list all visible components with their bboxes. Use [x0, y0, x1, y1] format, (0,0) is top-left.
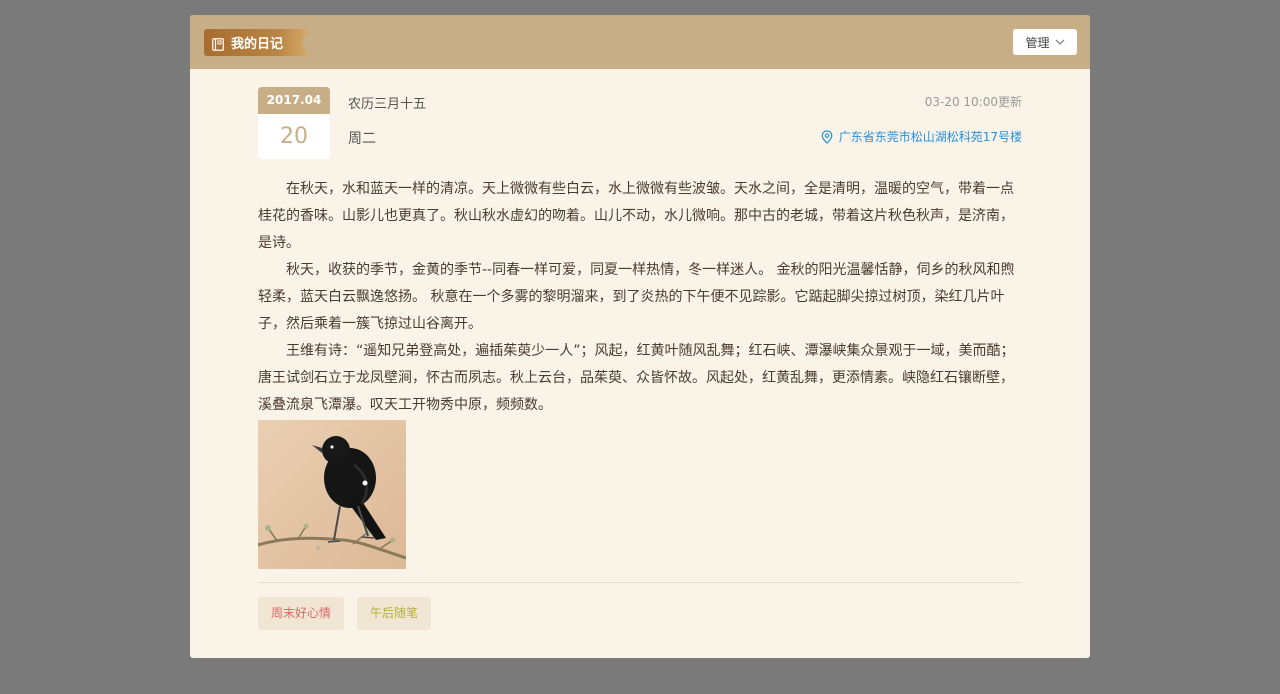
content-divider — [258, 582, 1022, 583]
tag-afternoon-essay[interactable]: 午后随笔 — [357, 597, 432, 630]
date-day: 20 — [280, 124, 308, 149]
location-link[interactable]: 广东省东莞市松山湖松科苑17号楼 — [821, 128, 1022, 145]
location-pin-icon — [821, 129, 833, 144]
lunar-date: 农历三月十五 — [348, 97, 427, 112]
date-year-month: 2017.04 — [258, 87, 330, 114]
weekday: 周二 — [348, 131, 376, 147]
diary-photo-bird[interactable] — [258, 420, 406, 569]
paragraph-3: 王维有诗：“遥知兄弟登高处，遍插茱萸少一人”；风起，红黄叶随风乱舞；红石峡、潭瀑… — [258, 343, 1015, 413]
diary-book-icon — [212, 36, 224, 51]
manage-dropdown-button[interactable]: 管理 — [1013, 29, 1077, 55]
tag-weekend-mood[interactable]: 周末好心情 — [258, 597, 345, 630]
location-text: 广东省东莞市松山湖松科苑17号楼 — [838, 130, 1022, 144]
date-badge: 2017.04 20 — [258, 87, 330, 159]
diary-content: 在秋天，水和蓝天一样的清凉。天上微微有些白云，水上微微有些波皱。天水之间，全是清… — [258, 176, 1022, 419]
paragraph-2: 秋天，收获的季节，金黄的季节--同春一样可爱，同夏一样热情，冬一样迷人。 金秋的… — [258, 262, 1015, 332]
page-title: 我的日记 — [231, 37, 284, 52]
diary-title-ribbon: 我的日记 — [204, 29, 308, 56]
paragraph-1: 在秋天，水和蓝天一样的清凉。天上微微有些白云，水上微微有些波皱。天水之间，全是清… — [258, 181, 1014, 251]
chevron-down-icon — [1055, 39, 1064, 45]
updated-time: 03-20 10:00更新 — [924, 95, 1022, 109]
diary-panel: 我的日记 管理 2017.04 20 农历三月十五 周二 03-20 10:00… — [190, 15, 1090, 658]
manage-label: 管理 — [1025, 35, 1050, 50]
diary-header: 我的日记 管理 — [190, 15, 1090, 69]
